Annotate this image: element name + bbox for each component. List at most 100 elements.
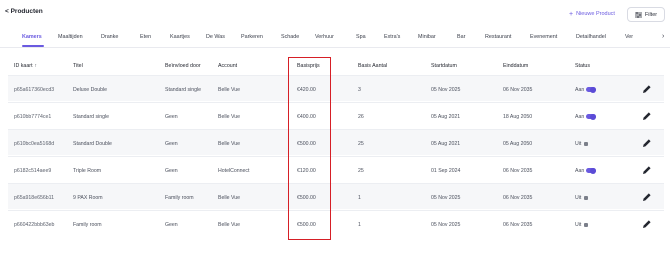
column-header-influenced-by: Beïnvloed door: [165, 63, 201, 69]
table-row[interactable]: p610bb7774ce1 Standard single Geen Belle Vu…: [8, 102, 664, 128]
tab-kamers[interactable]: Kamers: [22, 34, 42, 40]
table-row[interactable]: p6182c514aee9 Triple Room Geen HotelConnect…: [8, 156, 664, 182]
tab-dranke[interactable]: Dranke: [101, 34, 118, 40]
cell-status: Aan: [575, 86, 597, 93]
filter-label: Filter: [644, 11, 658, 18]
cell-title: Family room: [73, 222, 102, 228]
cell-account: Belle Vue: [218, 114, 241, 120]
edit-pencil-icon[interactable]: [642, 111, 652, 121]
table-row[interactable]: p65a918e656b11 9 PAX Room Family room Belle…: [8, 183, 664, 209]
column-header-id[interactable]: ID kaart ↑: [14, 63, 37, 69]
tab-kaartjes[interactable]: Kaartjes: [170, 34, 190, 40]
cell-end-date: 18 Aug 2050: [503, 114, 533, 120]
tab-maaltijden[interactable]: Maaltijden: [58, 34, 83, 40]
cell-status: Aan: [575, 113, 597, 120]
cell-influenced-by: Geen: [165, 114, 178, 120]
status-label: Uit: [575, 222, 582, 228]
status-off-icon[interactable]: [584, 195, 589, 200]
tab-ver[interactable]: Ver: [625, 34, 633, 40]
table-row[interactable]: p660422bbb63eb Family room Geen Belle Vue €5…: [8, 210, 664, 236]
cell-title: Triple Room: [73, 168, 102, 174]
column-header-title: Titel: [73, 63, 83, 69]
tab-bar[interactable]: Bar: [457, 34, 465, 40]
status-toggle-icon[interactable]: [586, 167, 597, 174]
cell-quantity: 25: [358, 141, 364, 147]
cell-account: Belle Vue: [218, 222, 241, 228]
edit-pencil-icon[interactable]: [642, 165, 652, 175]
status-toggle-icon[interactable]: [586, 113, 597, 120]
active-tab-indicator: [22, 45, 44, 47]
cell-influenced-by: Geen: [165, 222, 178, 228]
status-off-icon[interactable]: [584, 141, 589, 146]
edit-pencil-icon[interactable]: [642, 219, 652, 229]
cell-influenced-by: Standard single: [165, 87, 202, 93]
cell-price: €120.00: [297, 168, 316, 174]
cell-price: €500.00: [297, 141, 316, 147]
column-header-status: Status: [575, 63, 591, 69]
new-product-button[interactable]: + Nieuwe Product: [569, 10, 615, 18]
cell-account: Belle Vue: [218, 195, 241, 201]
cell-account: HotelConnect: [218, 168, 250, 174]
edit-pencil-icon[interactable]: [642, 84, 652, 94]
table-row[interactable]: p65a617360ecd3 Deluxe Double Standard sing…: [8, 75, 664, 101]
table-header: ID kaart ↑ Titel Beïnvloed door Account B…: [0, 58, 670, 74]
back-to-products-link[interactable]: < Producten: [5, 8, 43, 15]
cell-id: p660422bbb63eb: [14, 222, 55, 228]
cell-quantity: 1: [358, 222, 361, 228]
cell-start-date: 05 Nov 2025: [431, 222, 461, 228]
column-header-base-quantity: Basis Aantal: [358, 63, 388, 69]
cell-price: €500.00: [297, 222, 316, 228]
cell-end-date: 05 Aug 2050: [503, 141, 533, 147]
tab-extras[interactable]: Extra's: [384, 34, 400, 40]
cell-price: €400.00: [297, 114, 316, 120]
chevron-right-icon[interactable]: ›: [662, 33, 664, 40]
cell-influenced-by: Geen: [165, 141, 178, 147]
cell-start-date: 05 Nov 2025: [431, 87, 461, 93]
cell-influenced-by: Family room: [165, 195, 194, 201]
edit-pencil-icon[interactable]: [642, 138, 652, 148]
tab-evenement[interactable]: Evenement: [530, 34, 557, 40]
status-off-icon[interactable]: [584, 222, 589, 227]
cell-start-date: 05 Aug 2021: [431, 114, 461, 120]
cell-account: Belle Vue: [218, 87, 241, 93]
cell-end-date: 06 Nov 2035: [503, 195, 533, 201]
tab-restaurant[interactable]: Restaurant: [485, 34, 511, 40]
tab-detailhandel[interactable]: Detailhandel: [576, 34, 606, 40]
cell-status: Aan: [575, 167, 597, 174]
table-row[interactable]: p610bc0ea5168d Standard Double Geen Belle V…: [8, 129, 664, 155]
cell-influenced-by: Geen: [165, 168, 178, 174]
tab-spa[interactable]: Spa: [356, 34, 366, 40]
cell-quantity: 25: [358, 168, 364, 174]
cell-title: Standard Double: [73, 141, 112, 147]
status-label: Uit: [575, 141, 582, 147]
cell-id: p65a617360ecd3: [14, 87, 55, 93]
status-label: Aan: [575, 168, 585, 174]
status-toggle-icon[interactable]: [586, 86, 597, 93]
cell-price: €500.00: [297, 195, 316, 201]
filter-icon: [634, 11, 642, 18]
cell-title: 9 PAX Room: [73, 195, 103, 201]
cell-id: p610bc0ea5168d: [14, 141, 55, 147]
cell-id: p65a918e656b11: [14, 195, 55, 201]
column-header-start-date: Startdatum: [431, 63, 457, 69]
plus-icon: +: [569, 10, 574, 18]
new-product-label: Nieuwe Product: [576, 11, 615, 17]
cell-id: p6182c514aee9: [14, 168, 52, 174]
tab-parkeren[interactable]: Parkeren: [241, 34, 263, 40]
cell-quantity: 1: [358, 195, 361, 201]
cell-status: Uit: [575, 222, 589, 228]
cell-title: Standard single: [73, 114, 110, 120]
cell-price: €420.00: [297, 87, 316, 93]
cell-quantity: 26: [358, 114, 364, 120]
filter-button[interactable]: Filter: [627, 7, 665, 22]
page-header: < Producten + Nieuwe Product Filter: [0, 0, 670, 28]
tab-schade[interactable]: Schade: [281, 34, 299, 40]
column-header-base-price: Basisprijs: [297, 63, 320, 69]
edit-pencil-icon[interactable]: [642, 192, 652, 202]
tab-eten[interactable]: Eten: [140, 34, 151, 40]
tab-de-was[interactable]: De Was: [206, 34, 225, 40]
tab-minibar[interactable]: Minibar: [418, 34, 436, 40]
tab-verhuur[interactable]: Verhuur: [315, 34, 334, 40]
cell-status: Uit: [575, 141, 589, 147]
column-header-account: Account: [218, 63, 238, 69]
